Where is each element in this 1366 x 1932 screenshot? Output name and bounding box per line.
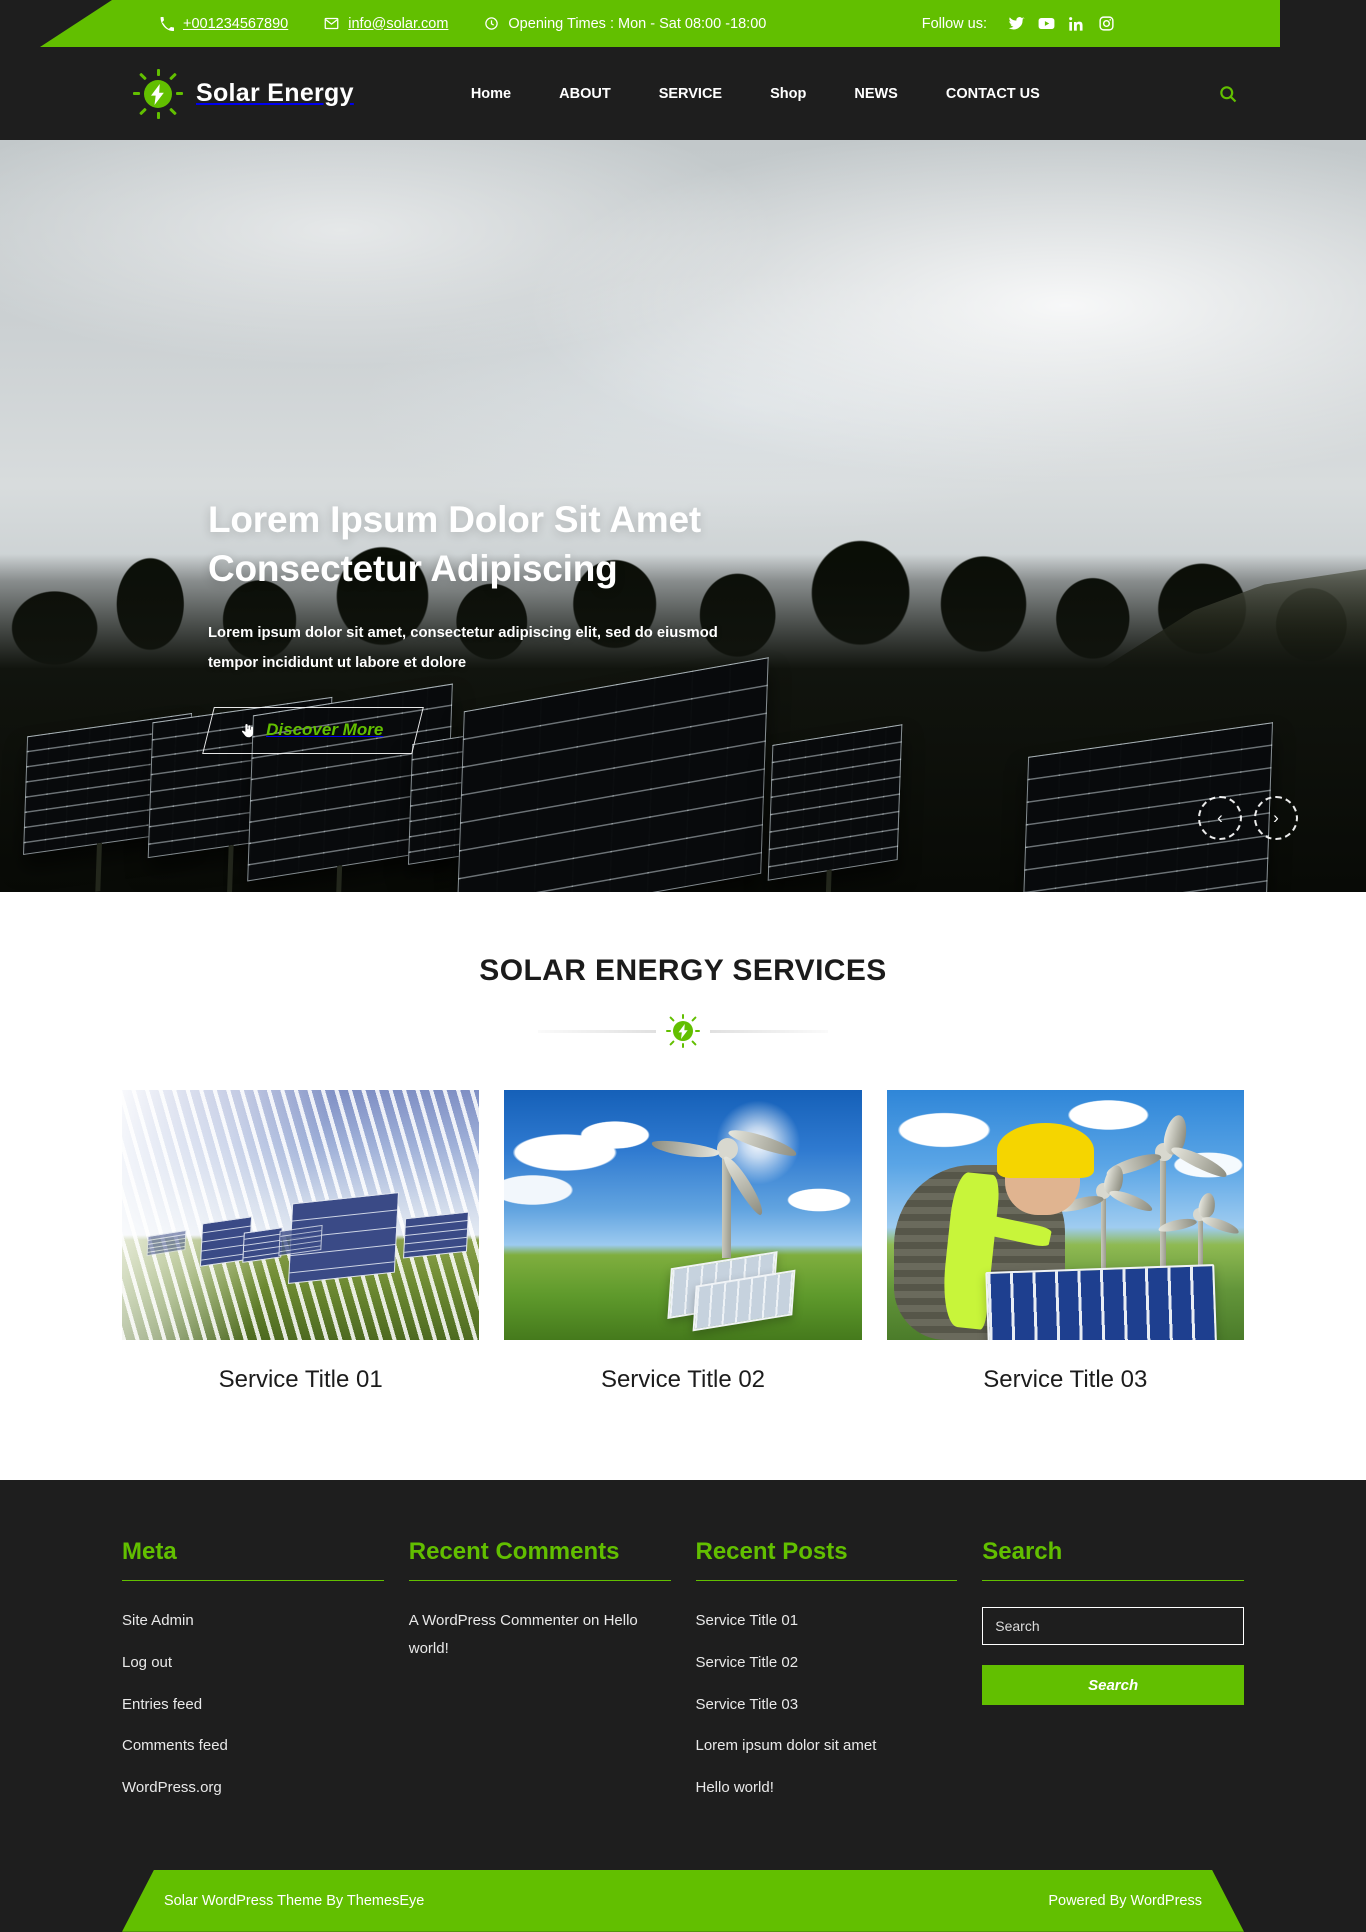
service-title: Service Title 01 bbox=[218, 1366, 383, 1393]
worker-hard-hat bbox=[997, 1122, 1094, 1178]
topbar-phone-text: +001234567890 bbox=[183, 15, 289, 32]
comment-on-word: on bbox=[582, 1612, 600, 1629]
topbar-hours: Opening Times : Mon - Sat 08:00 -18:00 bbox=[484, 16, 766, 32]
turbine-blade bbox=[1107, 1186, 1156, 1215]
hero-subtitle-line-2: tempor incididunt ut labore et dolore bbox=[208, 655, 467, 671]
meta-link-list: Site Admin Log out Entries feed Comments… bbox=[122, 1607, 384, 1802]
search-input[interactable] bbox=[982, 1607, 1244, 1645]
services-section: SOLAR ENERGY SERVICES Service Title 01 S… bbox=[0, 892, 1366, 1480]
turbine-blade bbox=[727, 1125, 800, 1160]
hand-pointer-icon bbox=[239, 721, 256, 738]
hero-slider: Lorem Ipsum Dolor Sit Amet Consectetur A… bbox=[0, 140, 1366, 892]
slider-navigation: ‹ › bbox=[1198, 796, 1298, 840]
comment-author-link[interactable]: A WordPress Commenter bbox=[409, 1612, 579, 1629]
site-logo[interactable]: Solar Energy bbox=[133, 68, 354, 119]
footer-bottom-bar: Solar WordPress Theme By ThemesEye Power… bbox=[0, 1869, 1366, 1932]
footer-widget-search: Search Search bbox=[982, 1538, 1244, 1816]
recent-post-link[interactable]: Hello world! bbox=[696, 1779, 774, 1796]
turbine-mast bbox=[1160, 1150, 1167, 1270]
service-image-worker-installing-panel bbox=[886, 1090, 1244, 1340]
twitter-icon[interactable] bbox=[1001, 9, 1031, 39]
service-title: Service Title 02 bbox=[600, 1366, 766, 1393]
powered-by-link[interactable]: Powered By WordPress bbox=[1048, 1893, 1202, 1909]
turbine-blade bbox=[1197, 1191, 1218, 1219]
footer-credit-left: Solar WordPress Theme By ThemesEye bbox=[164, 1893, 424, 1909]
footer-widget-recent-comments: Recent Comments A WordPress Commenter on… bbox=[408, 1538, 671, 1816]
turbine-blade bbox=[650, 1138, 720, 1160]
meta-link-log-out[interactable]: Log out bbox=[122, 1654, 172, 1671]
footer-credit-right: Powered By WordPress bbox=[1048, 1893, 1202, 1909]
search-submit-button[interactable]: Search bbox=[982, 1665, 1244, 1705]
service-card[interactable]: Service Title 03 bbox=[886, 1090, 1244, 1394]
site-footer: Meta Site Admin Log out Entries feed Com… bbox=[0, 1480, 1366, 1932]
nav-item-about[interactable]: ABOUT bbox=[535, 86, 635, 102]
service-card[interactable]: Service Title 02 bbox=[504, 1090, 862, 1394]
footer-widget-meta: Meta Site Admin Log out Entries feed Com… bbox=[122, 1538, 384, 1816]
envelope-icon bbox=[324, 16, 339, 31]
follow-us-label: Follow us: bbox=[921, 15, 987, 32]
clock-icon bbox=[484, 16, 499, 31]
hero-subtitle-line-1: Lorem ipsum dolor sit amet, consectetur … bbox=[208, 625, 718, 642]
recent-posts-list: Service Title 01 Service Title 02 Servic… bbox=[696, 1607, 958, 1802]
instagram-icon[interactable] bbox=[1091, 9, 1121, 39]
services-grid: Service Title 01 Service Title 02 Servic… bbox=[122, 1090, 1244, 1394]
discover-more-label: Discover More bbox=[266, 719, 384, 739]
discover-more-button[interactable]: Discover More bbox=[202, 706, 425, 754]
topbar-hours-text: Opening Times : Mon - Sat 08:00 -18:00 bbox=[508, 15, 767, 32]
linkedin-icon[interactable] bbox=[1061, 9, 1091, 39]
topbar-email-text: info@solar.com bbox=[348, 15, 449, 32]
recent-post-link[interactable]: Service Title 01 bbox=[696, 1612, 799, 1629]
section-divider bbox=[538, 1014, 828, 1048]
solar-sun-bolt-icon bbox=[133, 68, 183, 119]
solar-sun-bolt-icon bbox=[666, 1014, 700, 1048]
youtube-icon[interactable] bbox=[1031, 9, 1061, 39]
recent-comment-item: A WordPress Commenter on Hello world! bbox=[409, 1607, 671, 1663]
top-info-bar: +001234567890 info@solar.com Opening Tim… bbox=[0, 0, 1366, 47]
meta-link-wordpress-org[interactable]: WordPress.org bbox=[122, 1779, 222, 1796]
brand-name: Solar Energy bbox=[196, 79, 354, 107]
nav-item-home[interactable]: Home bbox=[447, 86, 535, 102]
service-title: Service Title 03 bbox=[983, 1366, 1148, 1393]
turbine-blade bbox=[1200, 1213, 1241, 1237]
service-image-solar-panels-field bbox=[122, 1090, 480, 1340]
recent-post-link[interactable]: Lorem ipsum dolor sit amet bbox=[696, 1737, 877, 1754]
services-heading: SOLAR ENERGY SERVICES bbox=[479, 954, 887, 987]
slider-prev-button[interactable]: ‹ bbox=[1198, 796, 1242, 840]
meta-link-comments-feed[interactable]: Comments feed bbox=[122, 1737, 228, 1754]
turbine-mast bbox=[1101, 1190, 1107, 1270]
theme-credit-link[interactable]: Solar WordPress Theme By ThemesEye bbox=[164, 1893, 424, 1909]
nav-item-contact-us[interactable]: CONTACT US bbox=[922, 86, 1064, 102]
nav-item-service[interactable]: SERVICE bbox=[635, 86, 746, 102]
hero-title-line-2: Consectetur Adipiscing bbox=[208, 548, 618, 590]
hero-title-line-1: Lorem Ipsum Dolor Sit Amet bbox=[208, 499, 701, 540]
widget-title-recent-posts: Recent Posts bbox=[695, 1538, 958, 1581]
widget-title-search: Search bbox=[982, 1538, 1244, 1581]
phone-icon bbox=[160, 16, 174, 31]
topbar-email[interactable]: info@solar.com bbox=[324, 16, 448, 32]
widget-title-meta: Meta bbox=[122, 1538, 384, 1581]
site-header: Solar Energy Home ABOUT SERVICE Shop NEW… bbox=[0, 47, 1366, 140]
slider-next-button[interactable]: › bbox=[1254, 796, 1298, 840]
solar-panel-being-installed bbox=[985, 1263, 1218, 1340]
nav-item-news[interactable]: NEWS bbox=[830, 86, 922, 102]
footer-widget-recent-posts: Recent Posts Service Title 01 Service Ti… bbox=[695, 1538, 958, 1816]
service-image-wind-turbine-panels bbox=[504, 1090, 862, 1340]
hero-subtitle: Lorem ipsum dolor sit amet, consectetur … bbox=[208, 619, 728, 678]
main-navigation: Home ABOUT SERVICE Shop NEWS CONTACT US bbox=[447, 86, 1064, 102]
search-icon[interactable] bbox=[1215, 81, 1241, 107]
service-card[interactable]: Service Title 01 bbox=[122, 1090, 480, 1394]
turbine-blade bbox=[1169, 1142, 1230, 1181]
nav-item-shop[interactable]: Shop bbox=[746, 86, 830, 102]
divider-line-right bbox=[710, 1029, 828, 1033]
topbar-phone[interactable]: +001234567890 bbox=[160, 16, 288, 32]
widget-title-recent-comments: Recent Comments bbox=[408, 1538, 671, 1581]
divider-line-left bbox=[538, 1029, 656, 1033]
meta-link-site-admin[interactable]: Site Admin bbox=[122, 1612, 194, 1629]
recent-post-link[interactable]: Service Title 02 bbox=[696, 1654, 799, 1671]
hero-title: Lorem Ipsum Dolor Sit Amet Consectetur A… bbox=[208, 495, 828, 593]
